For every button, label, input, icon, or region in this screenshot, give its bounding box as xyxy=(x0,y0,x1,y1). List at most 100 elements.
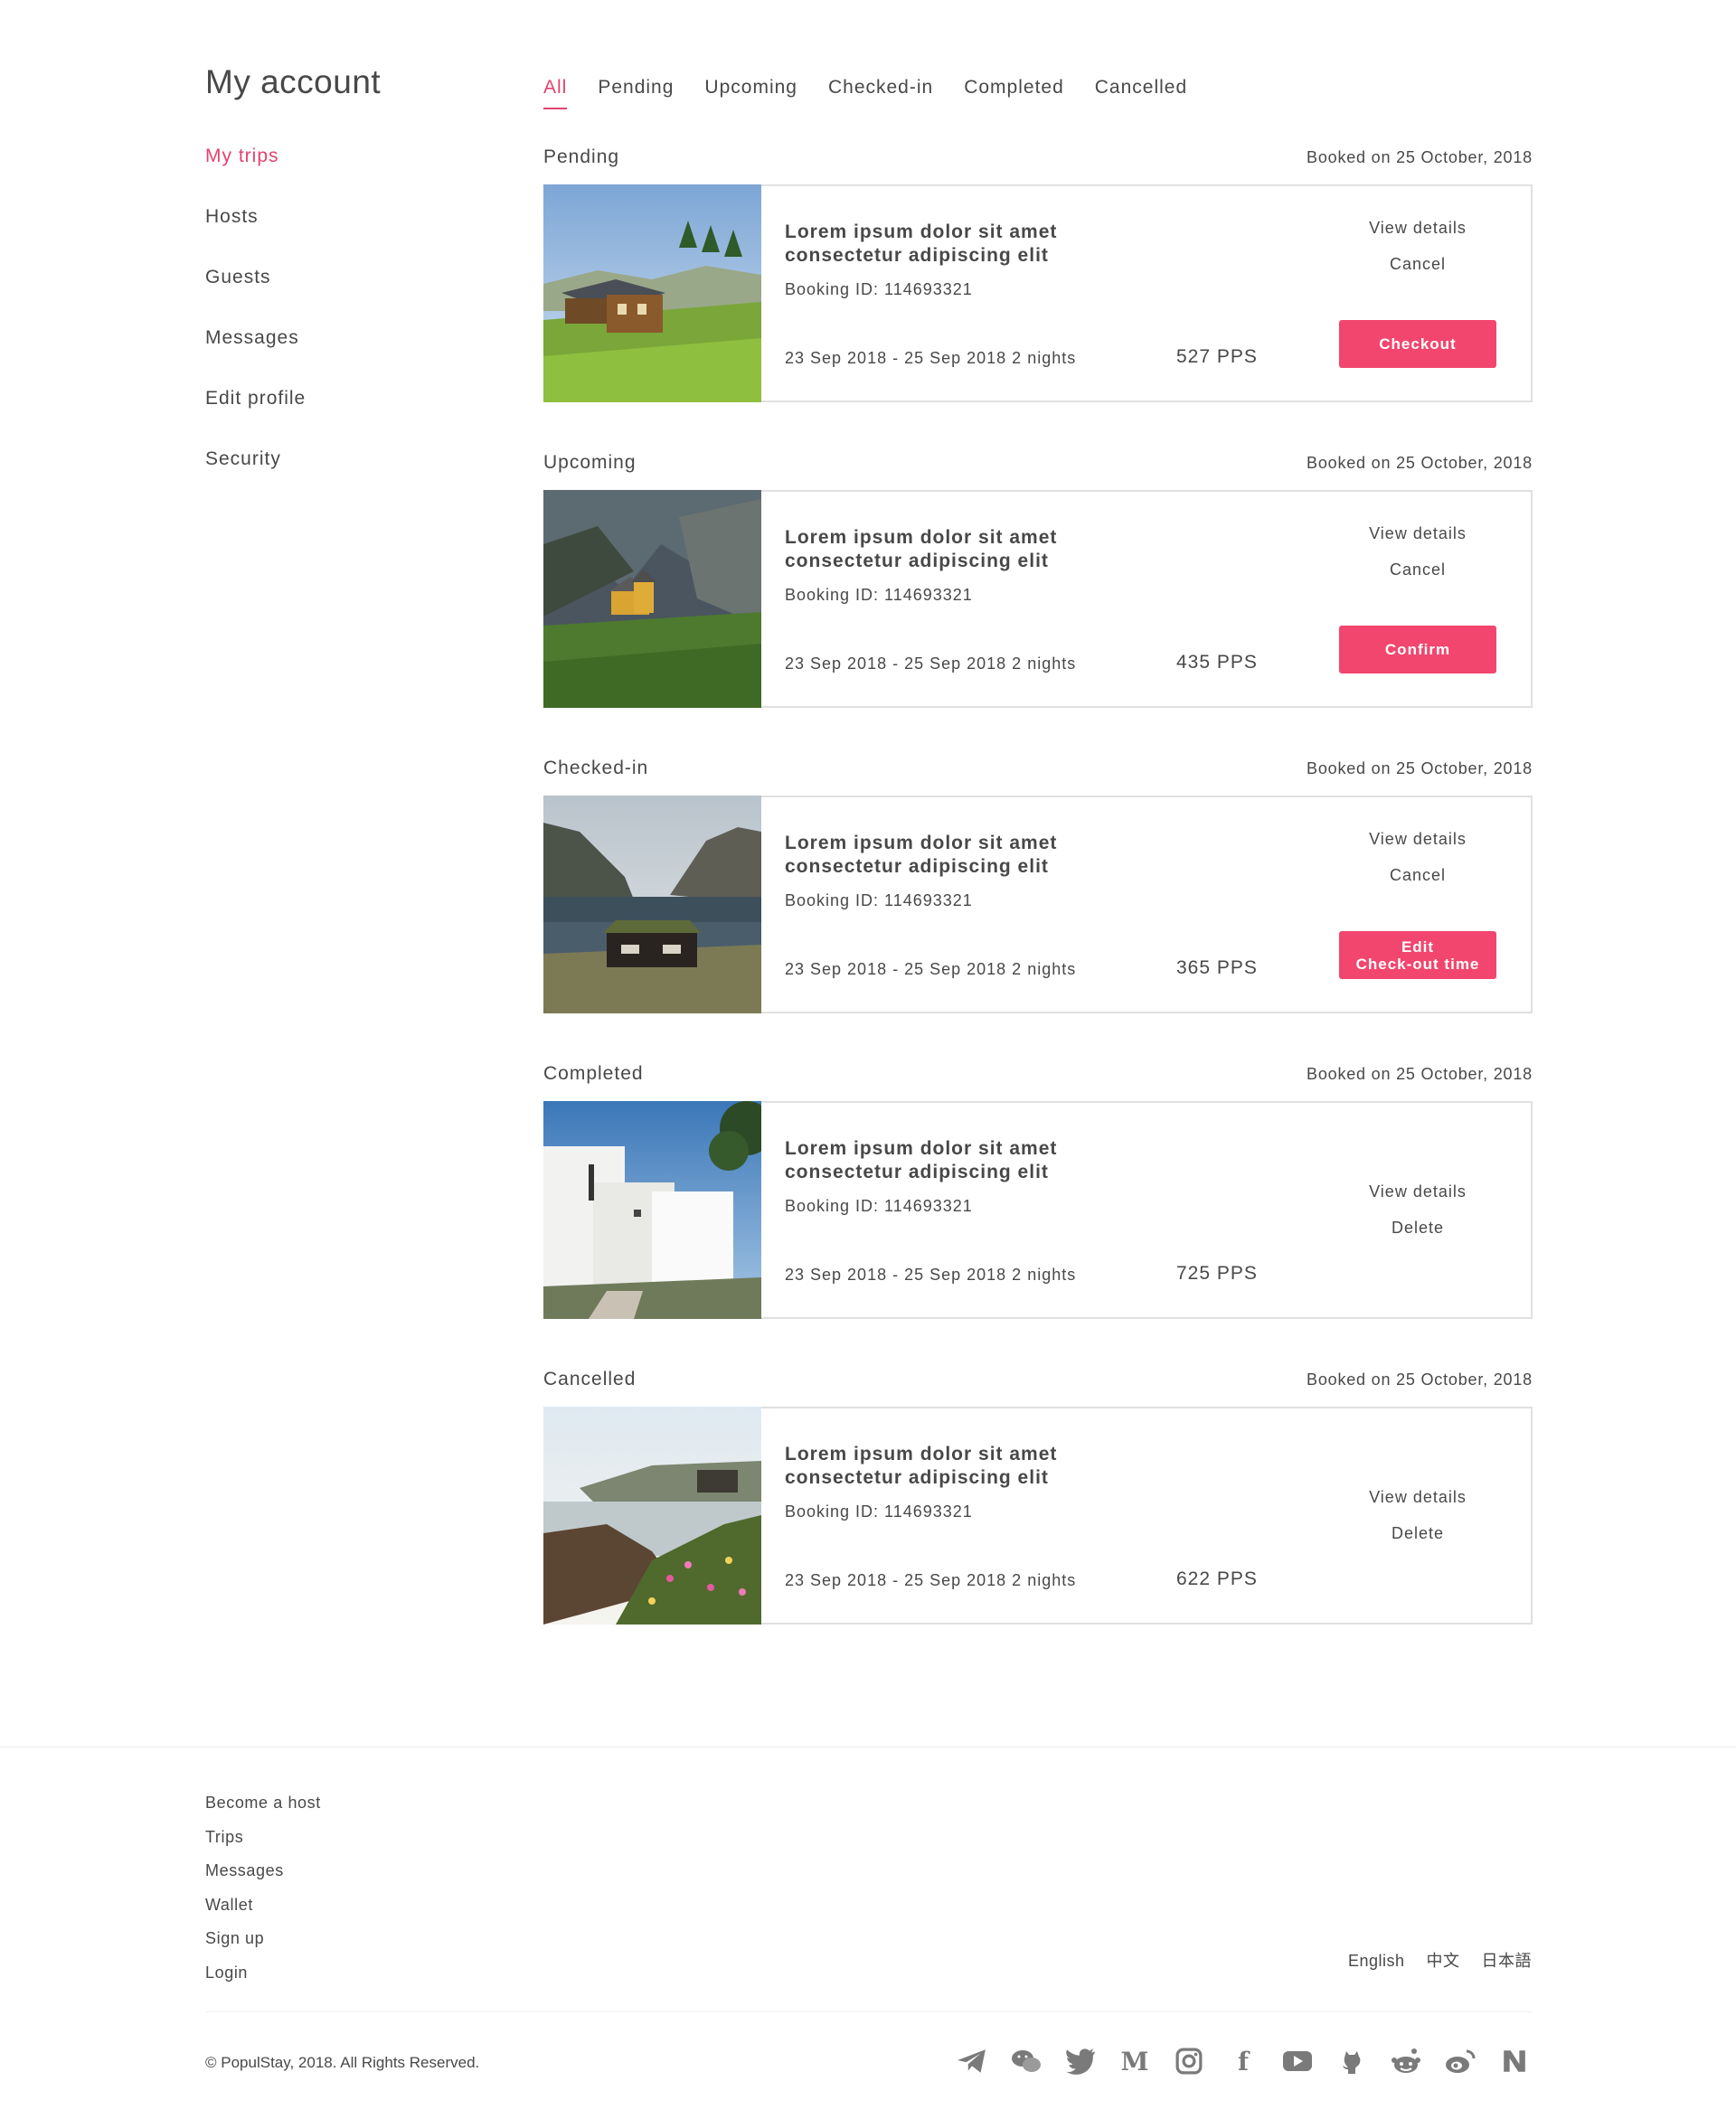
cancel-button[interactable]: Cancel xyxy=(1339,559,1496,580)
section-title: Upcoming xyxy=(543,452,637,473)
language-japanese[interactable]: 日本語 xyxy=(1482,1950,1533,1972)
copyright: © PopulStay, 2018. All Rights Reserved. xyxy=(205,2054,480,2071)
section-title: Checked-in xyxy=(543,758,649,778)
footer-link-become-a-host[interactable]: Become a host xyxy=(205,1786,321,1821)
trip-actions: View details Cancel Checkout xyxy=(1339,186,1496,400)
facebook-icon[interactable]: f xyxy=(1226,2047,1260,2077)
trip-actions: View details Delete xyxy=(1339,1103,1496,1317)
reddit-icon[interactable] xyxy=(1389,2047,1423,2076)
listing-photo[interactable] xyxy=(543,1407,761,1625)
trip-status-tabs: All Pending Upcoming Checked-in Complete… xyxy=(543,74,1218,109)
listing-title-line-1: Lorem ipsum dolor sit amet xyxy=(785,1444,1058,1464)
footer-link-messages[interactable]: Messages xyxy=(205,1854,321,1888)
footer-divider xyxy=(205,2011,1533,2012)
trip-section-cancelled: Cancelled Booked on 25 October, 2018 Lor… xyxy=(543,1367,1533,1672)
trip-card: Lorem ipsum dolor sit amet consectetur a… xyxy=(543,1101,1533,1319)
view-details-button[interactable]: View details xyxy=(1339,523,1496,544)
tab-cancelled[interactable]: Cancelled xyxy=(1095,74,1187,108)
booked-on-date: Booked on 25 October, 2018 xyxy=(1307,1370,1533,1389)
tab-all[interactable]: All xyxy=(543,74,568,109)
footer-link-trips[interactable]: Trips xyxy=(205,1821,321,1855)
trip-card: Lorem ipsum dolor sit amet consectetur a… xyxy=(543,490,1533,708)
sidebar-item-security[interactable]: Security xyxy=(205,446,476,506)
tab-upcoming[interactable]: Upcoming xyxy=(704,74,797,108)
view-details-button[interactable]: View details xyxy=(1339,828,1496,850)
view-details-button[interactable]: View details xyxy=(1339,217,1496,239)
view-details-button[interactable]: View details xyxy=(1339,1486,1496,1508)
trip-price: 527 PPS xyxy=(1176,346,1258,367)
listing-photo[interactable] xyxy=(543,1101,761,1319)
delete-button[interactable]: Delete xyxy=(1339,1522,1496,1544)
trip-actions: View details Delete xyxy=(1339,1408,1496,1623)
edit-check-out-time-button[interactable]: Edit Check-out time xyxy=(1339,931,1496,979)
listing-photo[interactable] xyxy=(543,184,761,402)
listing-title-line-1: Lorem ipsum dolor sit amet xyxy=(785,221,1058,242)
sidebar-item-my-trips[interactable]: My trips xyxy=(205,143,476,203)
button-label-line-1: Edit xyxy=(1401,937,1435,956)
booked-on-date: Booked on 25 October, 2018 xyxy=(1307,1065,1533,1083)
booked-on-date: Booked on 25 October, 2018 xyxy=(1307,454,1533,472)
booking-id: Booking ID: 114693321 xyxy=(785,280,973,298)
language-chinese[interactable]: 中文 xyxy=(1427,1950,1460,1972)
medium-icon[interactable]: M xyxy=(1118,2047,1152,2077)
wechat-icon[interactable] xyxy=(1009,2047,1043,2076)
sidebar-item-guests[interactable]: Guests xyxy=(205,264,476,325)
trip-price: 435 PPS xyxy=(1176,652,1258,673)
stay-dates: 23 Sep 2018 - 25 Sep 2018 2 nights xyxy=(785,349,1077,367)
youtube-icon[interactable] xyxy=(1280,2047,1315,2076)
stay-dates: 23 Sep 2018 - 25 Sep 2018 2 nights xyxy=(785,1571,1077,1589)
trip-card: Lorem ipsum dolor sit amet consectetur a… xyxy=(543,796,1533,1013)
confirm-button[interactable]: Confirm xyxy=(1339,626,1496,673)
listing-title-line-2: consectetur adipiscing elit xyxy=(785,856,1049,877)
weibo-icon[interactable] xyxy=(1443,2047,1477,2076)
tab-pending[interactable]: Pending xyxy=(598,74,674,108)
telegram-icon[interactable] xyxy=(955,2047,989,2076)
section-title: Pending xyxy=(543,146,620,167)
trip-section-upcoming: Upcoming Booked on 25 October, 2018 Lore… xyxy=(543,450,1533,756)
sidebar-item-edit-profile[interactable]: Edit profile xyxy=(205,385,476,446)
view-details-button[interactable]: View details xyxy=(1339,1181,1496,1202)
neo-icon[interactable] xyxy=(1497,2047,1532,2076)
section-title: Completed xyxy=(543,1063,644,1084)
trip-card: Lorem ipsum dolor sit amet consectetur a… xyxy=(543,184,1533,402)
trip-card: Lorem ipsum dolor sit amet consectetur a… xyxy=(543,1407,1533,1625)
language-selector: English 中文 日本語 xyxy=(1348,1950,1532,1972)
trip-section-completed: Completed Booked on 25 October, 2018 Lor… xyxy=(543,1061,1533,1367)
footer-link-sign-up[interactable]: Sign up xyxy=(205,1922,321,1956)
trip-price: 725 PPS xyxy=(1176,1263,1258,1284)
listing-photo[interactable] xyxy=(543,490,761,708)
instagram-icon[interactable] xyxy=(1172,2047,1206,2076)
language-english[interactable]: English xyxy=(1348,1950,1405,1972)
trip-section-checked-in: Checked-in Booked on 25 October, 2018 Lo… xyxy=(543,756,1533,1061)
sidebar-item-messages[interactable]: Messages xyxy=(205,325,476,385)
booking-id: Booking ID: 114693321 xyxy=(785,891,973,909)
footer-link-login[interactable]: Login xyxy=(205,1956,321,1991)
listing-title-line-1: Lorem ipsum dolor sit amet xyxy=(785,833,1058,853)
trip-price: 622 PPS xyxy=(1176,1568,1258,1589)
github-icon[interactable] xyxy=(1335,2047,1369,2076)
listing-title-line-2: consectetur adipiscing elit xyxy=(785,1467,1049,1488)
sidebar-item-hosts[interactable]: Hosts xyxy=(205,203,476,264)
listing-title-line-2: consectetur adipiscing elit xyxy=(785,551,1049,571)
listing-title-line-1: Lorem ipsum dolor sit amet xyxy=(785,1138,1058,1159)
cancel-button[interactable]: Cancel xyxy=(1339,253,1496,275)
section-title: Cancelled xyxy=(543,1369,637,1389)
cancel-button[interactable]: Cancel xyxy=(1339,864,1496,886)
tab-completed[interactable]: Completed xyxy=(964,74,1064,108)
listing-title-line-2: consectetur adipiscing elit xyxy=(785,1162,1049,1182)
twitter-icon[interactable] xyxy=(1063,2047,1098,2076)
listing-photo[interactable] xyxy=(543,796,761,1013)
stay-dates: 23 Sep 2018 - 25 Sep 2018 2 nights xyxy=(785,655,1077,673)
checkout-button[interactable]: Checkout xyxy=(1339,320,1496,368)
listing-title-line-2: consectetur adipiscing elit xyxy=(785,245,1049,266)
delete-button[interactable]: Delete xyxy=(1339,1217,1496,1238)
booked-on-date: Booked on 25 October, 2018 xyxy=(1307,148,1533,166)
trip-section-pending: Pending Booked on 25 October, 2018 Lorem… xyxy=(543,145,1533,450)
stay-dates: 23 Sep 2018 - 25 Sep 2018 2 nights xyxy=(785,960,1077,978)
footer-link-wallet[interactable]: Wallet xyxy=(205,1888,321,1923)
sidebar: My trips Hosts Guests Messages Edit prof… xyxy=(205,143,476,506)
button-label-line-2: Check-out time xyxy=(1355,955,1480,973)
booking-id: Booking ID: 114693321 xyxy=(785,586,973,604)
booking-id: Booking ID: 114693321 xyxy=(785,1502,973,1521)
tab-checked-in[interactable]: Checked-in xyxy=(828,74,933,108)
